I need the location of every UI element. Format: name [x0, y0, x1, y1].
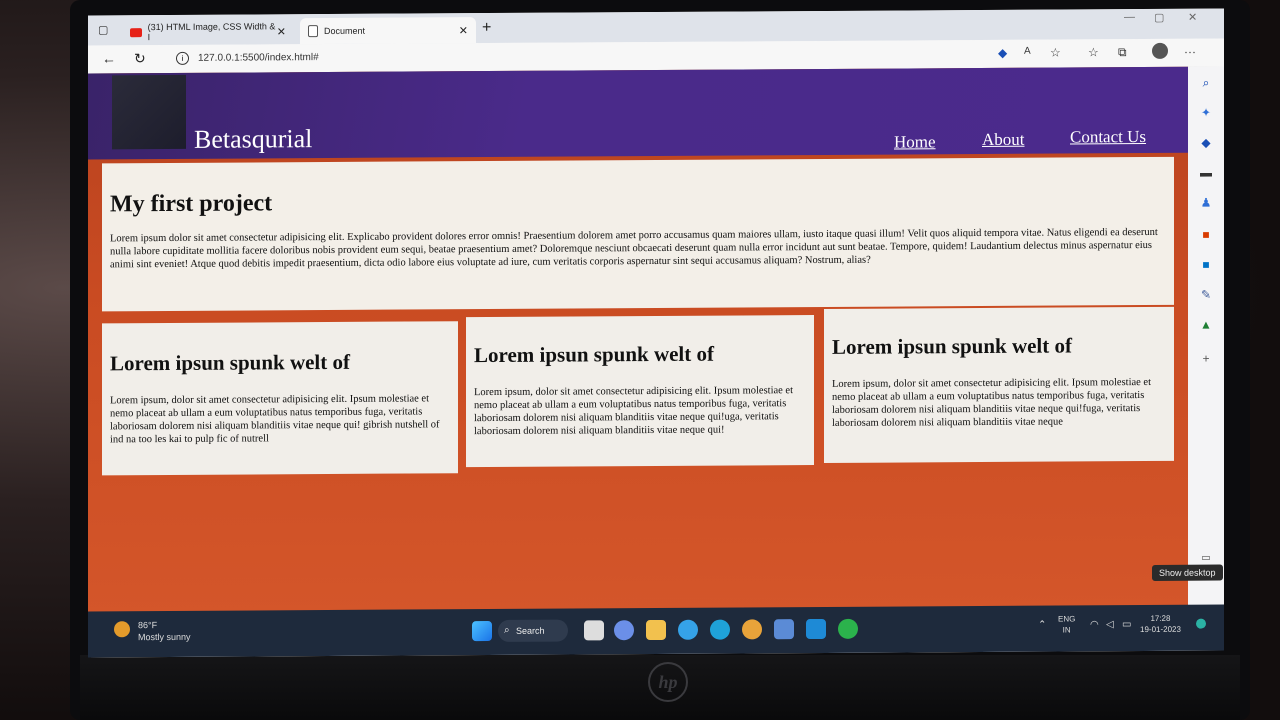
- page-viewport: Betasqurial Home About Contact Us My fir…: [88, 66, 1188, 624]
- card: Lorem ipsun spunk welt of Lorem ipsum, d…: [466, 315, 814, 468]
- calculator-icon[interactable]: [774, 619, 794, 640]
- chrome-icon[interactable]: [742, 619, 762, 640]
- nav-contact-link[interactable]: Contact Us: [1070, 127, 1146, 147]
- tree-icon[interactable]: ▲: [1198, 317, 1214, 333]
- weather-icon: [114, 621, 130, 638]
- discover-icon[interactable]: ✦: [1198, 105, 1214, 121]
- search-icon[interactable]: ⌕: [1198, 75, 1214, 91]
- games-icon[interactable]: ♟: [1198, 195, 1214, 211]
- weather-temp: 86°F: [138, 620, 158, 631]
- chat-icon[interactable]: [614, 620, 634, 641]
- nav-about-link[interactable]: About: [982, 130, 1025, 150]
- card-text: Lorem ipsum, dolor sit amet consectetur …: [110, 393, 440, 446]
- favorites-icon[interactable]: ☆: [1088, 45, 1099, 59]
- settings-app-icon[interactable]: [678, 619, 698, 640]
- close-icon[interactable]: ✕: [277, 25, 286, 38]
- read-aloud-icon[interactable]: A: [1024, 46, 1031, 57]
- taskbar-search[interactable]: ⌕ Search: [498, 619, 568, 642]
- wifi-icon[interactable]: ◠: [1090, 619, 1099, 630]
- minimize-icon[interactable]: —: [1124, 11, 1135, 23]
- hp-logo: hp: [648, 662, 688, 702]
- close-icon[interactable]: ✕: [459, 24, 468, 37]
- taskbar: 86°F Mostly sunny ⌕ Search ⌃ ENG IN ◠ ◁ …: [88, 604, 1224, 658]
- tools-icon[interactable]: ▬: [1198, 165, 1214, 181]
- tab-label: Document: [324, 25, 366, 37]
- vscode-icon[interactable]: [806, 618, 826, 640]
- window-close-icon[interactable]: ✕: [1188, 11, 1197, 24]
- add-icon[interactable]: +: [1198, 351, 1214, 367]
- volume-icon[interactable]: ◁: [1106, 619, 1114, 630]
- refresh-icon[interactable]: ↻: [134, 50, 146, 67]
- designer-icon[interactable]: ✎: [1198, 287, 1214, 303]
- weather-desc: Mostly sunny: [138, 631, 191, 643]
- tab-document[interactable]: Document ✕: [300, 17, 476, 45]
- hero-title: My first project: [110, 190, 273, 218]
- tab-label: (31) HTML Image, CSS Width & I: [147, 21, 276, 43]
- whatsapp-icon[interactable]: [838, 618, 858, 639]
- battery-icon[interactable]: ▭: [1122, 619, 1131, 630]
- outlook-icon[interactable]: ■: [1198, 257, 1214, 273]
- card-title: Lorem ipsun spunk welt of: [474, 341, 715, 368]
- laptop-screen: ▢ (31) HTML Image, CSS Width & I ✕ Docum…: [88, 8, 1224, 658]
- chevron-up-icon[interactable]: ⌃: [1038, 620, 1046, 631]
- tag-icon[interactable]: ◆: [998, 46, 1007, 60]
- back-icon[interactable]: ←: [102, 50, 116, 66]
- new-tab-button[interactable]: +: [482, 19, 491, 37]
- nav-home-link[interactable]: Home: [894, 132, 936, 152]
- tab-actions-icon[interactable]: ▢: [98, 23, 112, 36]
- shopping-icon[interactable]: ◆: [1198, 135, 1214, 151]
- brand-name: Betasqurial: [194, 124, 313, 154]
- card-text: Lorem ipsum, dolor sit amet consectetur …: [832, 376, 1152, 430]
- card: Lorem ipsun spunk welt of Lorem ipsum, d…: [102, 321, 458, 476]
- hero-section: My first project Lorem ipsum dolor sit a…: [102, 156, 1174, 312]
- search-icon: ⌕: [504, 624, 510, 636]
- hero-text: Lorem ipsum dolor sit amet consectetur a…: [110, 226, 1158, 271]
- collections-icon[interactable]: ⧉: [1118, 45, 1127, 60]
- logo-image: [112, 74, 186, 150]
- profile-avatar[interactable]: [1152, 42, 1168, 59]
- start-icon[interactable]: [472, 621, 492, 642]
- favorite-add-icon[interactable]: ☆: [1050, 46, 1061, 60]
- edge-icon[interactable]: [710, 619, 730, 640]
- file-explorer-icon[interactable]: [646, 619, 666, 641]
- card-title: Lorem ipsun spunk welt of: [110, 349, 351, 376]
- office-icon[interactable]: ■: [1198, 227, 1214, 243]
- document-icon: [308, 25, 318, 38]
- task-view-icon[interactable]: [584, 620, 604, 641]
- weather-widget[interactable]: 86°F Mostly sunny: [114, 619, 191, 643]
- card-text: Lorem ipsum, dolor sit amet consectetur …: [474, 385, 794, 438]
- language-indicator[interactable]: ENG IN: [1058, 613, 1075, 635]
- menu-icon[interactable]: ···: [1184, 45, 1196, 59]
- show-desktop-tooltip: Show desktop: [1152, 564, 1223, 581]
- site-header: Betasqurial Home About Contact Us: [88, 66, 1188, 160]
- edge-sidebar: ⌕ ✦ ◆ ▬ ♟ ■ ■ ✎ ▲ + ▭: [1188, 66, 1224, 617]
- clock[interactable]: 17:28 19-01-2023: [1140, 613, 1181, 635]
- maximize-icon[interactable]: ▢: [1154, 11, 1164, 24]
- card-title: Lorem ipsun spunk welt of: [832, 333, 1073, 359]
- youtube-icon: [130, 27, 142, 37]
- url-field[interactable]: 127.0.0.1:5500/index.html#: [198, 52, 319, 64]
- site-info-icon[interactable]: i: [176, 51, 189, 65]
- tab-youtube[interactable]: (31) HTML Image, CSS Width & I ✕: [122, 18, 294, 45]
- card: Lorem ipsun spunk welt of Lorem ipsum, d…: [824, 306, 1174, 463]
- notification-icon[interactable]: [1196, 618, 1206, 629]
